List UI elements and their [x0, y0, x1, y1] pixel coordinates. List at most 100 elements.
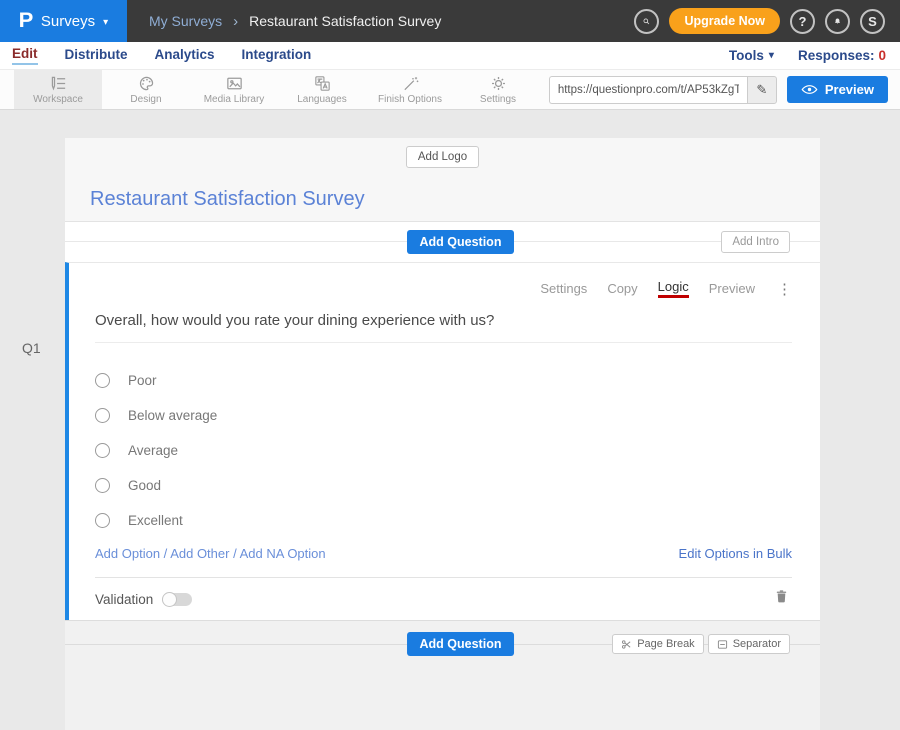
validation-row: Validation	[95, 577, 792, 620]
add-question-row: Add Question Add Intro	[65, 222, 820, 262]
tab-integration[interactable]: Integration	[242, 47, 312, 64]
question-preview-link[interactable]: Preview	[709, 281, 755, 296]
surveys-product-menu[interactable]: P Surveys ▾	[0, 0, 127, 42]
survey-toolbar: Workspace Design Media Library Languages…	[0, 70, 900, 110]
toolbar-item-label: Finish Options	[378, 94, 442, 105]
tab-edit[interactable]: Edit	[12, 46, 38, 65]
footer-buttons: Page Break Separator	[612, 634, 790, 654]
responses-link[interactable]: Responses:0	[798, 48, 886, 63]
finish-options-wand-icon	[401, 74, 420, 93]
eye-icon	[801, 84, 818, 95]
option-label[interactable]: Good	[128, 478, 161, 493]
survey-header-section: Add Logo Restaurant Satisfaction Survey	[65, 138, 820, 222]
chevron-down-icon: ▾	[103, 17, 108, 28]
add-option-links: Add Option / Add Other / Add NA Option	[95, 546, 326, 561]
settings-gear-icon	[489, 74, 508, 93]
notifications-button[interactable]	[825, 9, 850, 34]
answer-option-row[interactable]: Below average	[95, 398, 792, 433]
edit-url-button[interactable]: ✎	[747, 76, 777, 104]
main-nav: Edit Distribute Analytics Integration To…	[0, 42, 900, 70]
preview-label: Preview	[825, 82, 874, 97]
toolbar-item-label: Languages	[297, 94, 347, 105]
tools-label: Tools	[729, 48, 764, 63]
separator-button[interactable]: Separator	[708, 634, 790, 654]
breadcrumb: My Surveys › Restaurant Satisfaction Sur…	[149, 13, 441, 30]
toolbar-item-languages[interactable]: Languages	[278, 70, 366, 109]
languages-icon	[313, 74, 332, 93]
question-text[interactable]: Overall, how would you rate your dining …	[95, 312, 792, 343]
option-links-row: Add Option / Add Other / Add NA Option E…	[95, 546, 792, 561]
question-actions: Settings Copy Logic Preview ⋮	[95, 279, 792, 298]
preview-button[interactable]: Preview	[787, 76, 888, 103]
link-separator: /	[233, 546, 237, 561]
option-label[interactable]: Excellent	[128, 513, 183, 528]
toolbar-item-label: Settings	[480, 94, 516, 105]
tab-analytics[interactable]: Analytics	[155, 47, 215, 64]
survey-canvas: Q1 Add Logo Restaurant Satisfaction Surv…	[0, 138, 900, 704]
survey-card: Add Logo Restaurant Satisfaction Survey …	[65, 138, 820, 730]
question-settings-link[interactable]: Settings	[540, 281, 587, 296]
tools-dropdown[interactable]: Tools ▾	[729, 48, 774, 63]
delete-question-button[interactable]	[773, 588, 790, 610]
answer-option-row[interactable]: Excellent	[95, 503, 792, 538]
tab-distribute[interactable]: Distribute	[65, 47, 128, 64]
link-separator: /	[164, 546, 168, 561]
questionpro-app: P Surveys ▾ My Surveys › Restaurant Sati…	[0, 0, 900, 676]
add-question-button-bottom[interactable]: Add Question	[407, 632, 515, 656]
radio-button-icon[interactable]	[95, 513, 110, 528]
chevron-down-icon: ▾	[769, 50, 774, 61]
edit-options-in-bulk-link[interactable]: Edit Options in Bulk	[679, 546, 792, 561]
toolbar-right: ✎ Preview	[549, 70, 900, 109]
breadcrumb-current-survey: Restaurant Satisfaction Survey	[249, 13, 441, 29]
questionpro-logo: P	[19, 9, 34, 33]
option-label[interactable]: Average	[128, 443, 178, 458]
toolbar-item-label: Design	[130, 94, 161, 105]
answer-option-row[interactable]: Poor	[95, 363, 792, 398]
radio-button-icon[interactable]	[95, 373, 110, 388]
add-na-option-link[interactable]: Add NA Option	[240, 546, 326, 561]
option-label[interactable]: Below average	[128, 408, 217, 423]
add-other-link[interactable]: Add Other	[170, 546, 229, 561]
breadcrumb-separator-icon: ›	[233, 13, 238, 30]
breadcrumb-my-surveys[interactable]: My Surveys	[149, 13, 222, 29]
search-icon	[642, 14, 651, 29]
nav-right: Tools ▾ Responses:0	[729, 48, 900, 63]
toolbar-item-workspace[interactable]: Workspace	[14, 70, 102, 109]
add-option-link[interactable]: Add Option	[95, 546, 160, 561]
question-block-q1: Settings Copy Logic Preview ⋮ Overall, h…	[65, 262, 820, 620]
avatar[interactable]: S	[860, 9, 885, 34]
radio-button-icon[interactable]	[95, 478, 110, 493]
toolbar-item-settings[interactable]: Settings	[454, 70, 542, 109]
add-logo-button[interactable]: Add Logo	[406, 146, 479, 168]
toggle-knob	[162, 592, 177, 607]
survey-url-input[interactable]	[549, 76, 747, 104]
survey-title[interactable]: Restaurant Satisfaction Survey	[90, 188, 820, 211]
upgrade-now-button[interactable]: Upgrade Now	[669, 8, 780, 34]
toolbar-item-media-library[interactable]: Media Library	[190, 70, 278, 109]
search-button[interactable]	[634, 9, 659, 34]
toolbar-item-finish-options[interactable]: Finish Options	[366, 70, 454, 109]
answer-option-row[interactable]: Good	[95, 468, 792, 503]
question-copy-link[interactable]: Copy	[607, 281, 637, 296]
question-logic-link[interactable]: Logic	[658, 279, 689, 298]
validation-toggle[interactable]	[162, 593, 192, 606]
answer-option-row[interactable]: Average	[95, 433, 792, 468]
separator-icon	[717, 639, 728, 650]
kebab-menu-icon[interactable]: ⋮	[777, 280, 792, 298]
page-break-button[interactable]: Page Break	[612, 634, 703, 654]
add-question-button[interactable]: Add Question	[407, 230, 515, 254]
separator-label: Separator	[733, 638, 781, 650]
add-intro-button[interactable]: Add Intro	[721, 231, 790, 253]
question-number-label: Q1	[22, 340, 41, 356]
edit-pencil-icon: ✎	[756, 82, 767, 98]
bell-icon	[833, 14, 842, 29]
toolbar-item-design[interactable]: Design	[102, 70, 190, 109]
radio-button-icon[interactable]	[95, 443, 110, 458]
workspace-icon	[49, 74, 68, 93]
validation-label: Validation	[95, 592, 153, 607]
help-button[interactable]: ?	[790, 9, 815, 34]
page-break-scissors-icon	[621, 639, 632, 650]
radio-button-icon[interactable]	[95, 408, 110, 423]
option-label[interactable]: Poor	[128, 373, 157, 388]
answer-options-list: Poor Below average Average Good	[95, 363, 792, 538]
